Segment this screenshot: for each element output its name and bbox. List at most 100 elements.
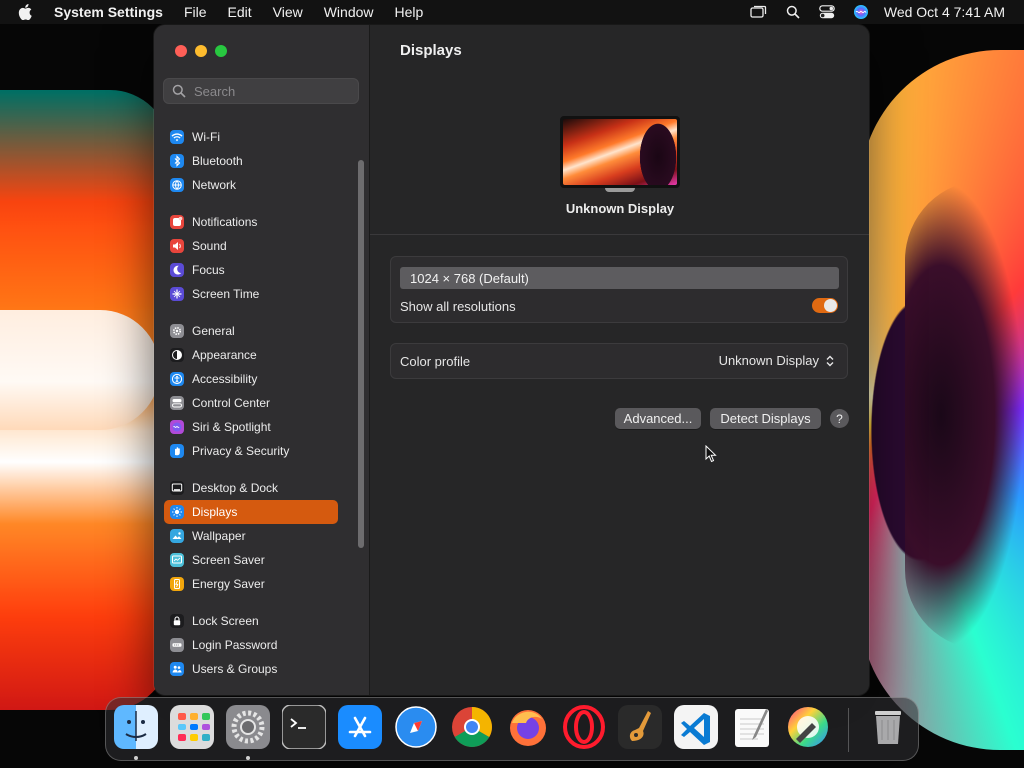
sidebar-item-bluetooth[interactable]: Bluetooth (164, 149, 338, 173)
search-field[interactable] (163, 78, 359, 104)
sidebar-item-label: Displays (192, 505, 238, 519)
menu-file[interactable]: File (184, 4, 207, 20)
desktop-dock-icon (170, 481, 184, 495)
sidebar-scrollbar[interactable] (358, 160, 364, 548)
sidebar-item-label: Appearance (192, 348, 257, 362)
finder-icon[interactable] (114, 705, 158, 749)
textedit-icon[interactable] (730, 705, 774, 749)
dock (105, 697, 919, 761)
siri-icon (170, 420, 184, 434)
sidebar-item-label: Wi-Fi (192, 130, 220, 144)
minimize-window-button[interactable] (195, 45, 207, 57)
sidebar-item-notifications[interactable]: Notifications (164, 210, 338, 234)
sidebar-item-lock-screen[interactable]: Lock Screen (164, 609, 338, 633)
running-indicator (134, 756, 138, 760)
launchpad-icon[interactable] (170, 705, 214, 749)
wallpaper-icon (170, 529, 184, 543)
show-all-resolutions-label: Show all resolutions (400, 299, 516, 314)
general-gear-icon (170, 324, 184, 338)
network-globe-icon (170, 178, 184, 192)
siri-icon[interactable] (852, 3, 870, 21)
color-profile-label: Color profile (400, 354, 471, 369)
sidebar-item-wi-fi[interactable]: Wi-Fi (164, 125, 338, 149)
vscode-icon[interactable] (674, 705, 718, 749)
sidebar-item-appearance[interactable]: Appearance (164, 343, 338, 367)
firefox-icon[interactable] (506, 705, 550, 749)
sidebar-item-label: Screen Saver (192, 553, 265, 567)
color-profile-popup[interactable]: Unknown Display (719, 353, 835, 368)
sidebar-item-label: Desktop & Dock (192, 481, 279, 495)
privacy-hand-icon (170, 444, 184, 458)
sidebar-item-users-and-groups[interactable]: Users & Groups (164, 657, 338, 681)
trash-icon[interactable] (866, 705, 910, 749)
sidebar-item-general[interactable]: General (164, 319, 338, 343)
system-settings-icon[interactable] (226, 705, 270, 749)
spotlight-search-icon[interactable] (784, 3, 802, 21)
accessibility-icon (170, 372, 184, 386)
screen-mirroring-icon[interactable] (750, 3, 768, 21)
chrome-icon[interactable] (450, 705, 494, 749)
bluetooth-icon (170, 154, 184, 168)
sidebar-item-network[interactable]: Network (164, 173, 338, 197)
safari-icon[interactable] (394, 705, 438, 749)
sidebar-item-accessibility[interactable]: Accessibility (164, 367, 338, 391)
sidebar-item-focus[interactable]: Focus (164, 258, 338, 282)
sidebar-item-screen-saver[interactable]: Screen Saver (164, 548, 338, 572)
resolution-card: 1024 × 768 (Default) Show all resolution… (390, 256, 848, 323)
sidebar-item-sound[interactable]: Sound (164, 234, 338, 258)
control-center-icon[interactable] (818, 3, 836, 21)
sidebar: Wi-Fi Bluetooth Network Notifications Sound F… (154, 25, 370, 695)
close-window-button[interactable] (175, 45, 187, 57)
sidebar-item-energy-saver[interactable]: Energy Saver (164, 572, 338, 596)
wallpaper-left-highlight (0, 310, 160, 430)
display-thumbnail[interactable] (560, 116, 680, 192)
sidebar-item-control-center[interactable]: Control Center (164, 391, 338, 415)
menu-edit[interactable]: Edit (228, 4, 252, 20)
menu-app-name[interactable]: System Settings (54, 4, 163, 20)
menu-window[interactable]: Window (324, 4, 374, 20)
sidebar-list: Wi-Fi Bluetooth Network Notifications Sound F… (164, 125, 344, 694)
help-button[interactable]: ? (830, 409, 849, 428)
sidebar-group: Desktop & Dock Displays Wallpaper Screen Sa… (164, 476, 344, 596)
resolution-option-selected[interactable]: 1024 × 768 (Default) (400, 267, 839, 289)
sidebar-item-label: Login Password (192, 638, 278, 652)
notifications-icon (170, 215, 184, 229)
chevron-up-down-icon (826, 355, 834, 366)
apple-menu-icon[interactable] (18, 4, 34, 20)
sidebar-item-label: Accessibility (192, 372, 258, 386)
color-picker-icon[interactable] (786, 705, 830, 749)
sidebar-group: Lock Screen Login Password Users & Groups (164, 609, 344, 681)
menu-help[interactable]: Help (395, 4, 424, 20)
show-all-resolutions-toggle[interactable] (812, 298, 838, 313)
mouse-pointer-icon (705, 445, 717, 463)
system-settings-window: Wi-Fi Bluetooth Network Notifications Sound F… (154, 25, 869, 695)
sound-icon (170, 239, 184, 253)
app-store-icon[interactable] (338, 705, 382, 749)
sidebar-item-label: Sound (192, 239, 227, 253)
appearance-icon (170, 348, 184, 362)
terminal-icon[interactable] (282, 705, 326, 749)
search-input[interactable] (192, 82, 356, 100)
sidebar-item-displays[interactable]: Displays (164, 500, 338, 524)
sidebar-item-label: Control Center (192, 396, 271, 410)
sidebar-item-privacy-and-security[interactable]: Privacy & Security (164, 439, 338, 463)
sidebar-item-desktop-and-dock[interactable]: Desktop & Dock (164, 476, 338, 500)
sidebar-item-label: Bluetooth (192, 154, 243, 168)
sidebar-item-screen-time[interactable]: Screen Time (164, 282, 338, 306)
advanced-button[interactable]: Advanced... (615, 408, 701, 429)
sidebar-item-label: Notifications (192, 215, 258, 229)
menubar-clock[interactable]: Wed Oct 4 7:41 AM (884, 4, 1005, 20)
sidebar-item-siri-and-spotlight[interactable]: Siri & Spotlight (164, 415, 338, 439)
zoom-window-button[interactable] (215, 45, 227, 57)
garageband-icon[interactable] (618, 705, 662, 749)
sidebar-item-login-password[interactable]: Login Password (164, 633, 338, 657)
menu-view[interactable]: View (273, 4, 303, 20)
opera-icon[interactable] (562, 705, 606, 749)
sidebar-group: General Appearance Accessibility Control Ce… (164, 319, 344, 463)
display-name-label: Unknown Display (565, 201, 675, 216)
lock-icon (170, 614, 184, 628)
sidebar-item-wallpaper[interactable]: Wallpaper (164, 524, 338, 548)
detect-displays-button[interactable]: Detect Displays (710, 408, 821, 429)
display-stand (605, 188, 635, 192)
login-password-icon (170, 638, 184, 652)
